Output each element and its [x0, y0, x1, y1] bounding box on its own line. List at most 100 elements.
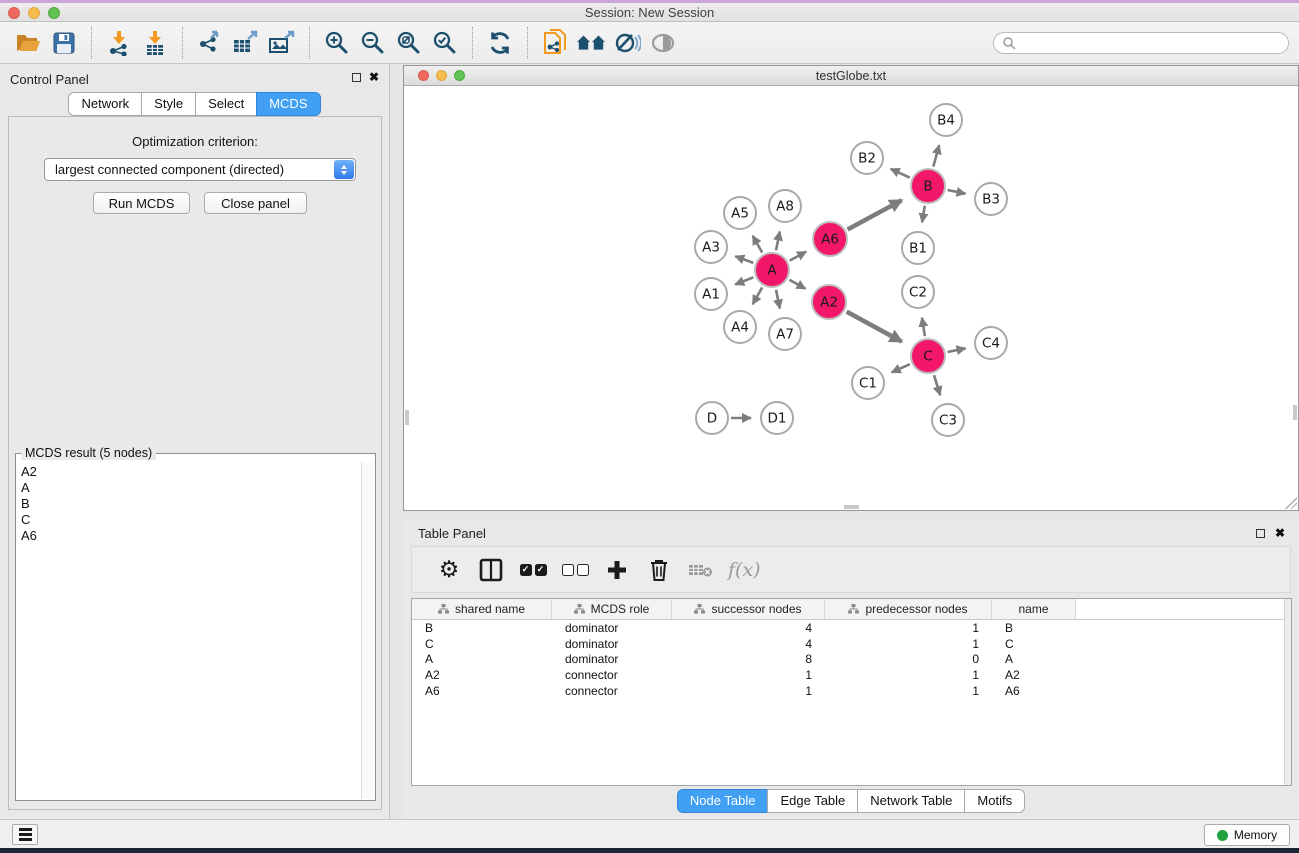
- cell-predecessor-nodes[interactable]: 1: [825, 620, 992, 636]
- graph-node-B2[interactable]: B2: [851, 142, 883, 174]
- cell-mcds-role[interactable]: connector: [552, 667, 672, 683]
- graph-node-C[interactable]: C: [911, 339, 945, 373]
- tab-edge-table[interactable]: Edge Table: [767, 789, 858, 813]
- net-vscroll-thumb-right[interactable]: [1293, 405, 1297, 420]
- select-all-icon[interactable]: ✓✓: [518, 555, 548, 585]
- graph-edge-C-C2[interactable]: [922, 318, 925, 337]
- result-list-scrollbar[interactable]: [361, 462, 374, 799]
- window-resize-grip[interactable]: [1285, 497, 1297, 509]
- graph-edge-B-B2[interactable]: [891, 169, 910, 178]
- tab-network-table[interactable]: Network Table: [857, 789, 965, 813]
- graph-edge-B-B3[interactable]: [948, 190, 966, 194]
- table-close-panel-icon[interactable]: ✖: [1275, 526, 1285, 540]
- cell-successor-nodes[interactable]: 4: [672, 620, 825, 636]
- cell-mcds-role[interactable]: connector: [552, 683, 672, 699]
- cell-successor-nodes[interactable]: 1: [672, 683, 825, 699]
- graph-edge-C-C3[interactable]: [934, 375, 940, 395]
- add-column-icon[interactable]: [602, 555, 632, 585]
- graph-node-B[interactable]: B: [911, 169, 945, 203]
- criterion-dropdown[interactable]: largest connected component (directed): [44, 158, 356, 181]
- graph-node-B4[interactable]: B4: [930, 104, 962, 136]
- column-header-name[interactable]: name: [992, 599, 1076, 619]
- graph-edge-A-A1[interactable]: [735, 277, 753, 284]
- tab-node-table[interactable]: Node Table: [677, 789, 769, 813]
- graph-node-C3[interactable]: C3: [932, 404, 964, 436]
- network-canvas[interactable]: B4B2BB3A5A8A6A3AB1A1A2C2A4A7C4CC1DD1C3: [404, 86, 1298, 510]
- cell-successor-nodes[interactable]: 4: [672, 636, 825, 652]
- tab-motifs[interactable]: Motifs: [964, 789, 1025, 813]
- cell-name[interactable]: C: [992, 636, 1076, 652]
- graph-node-B3[interactable]: B3: [975, 183, 1007, 215]
- first-neighbors-icon[interactable]: [576, 28, 606, 58]
- zoom-fit-icon[interactable]: [394, 28, 424, 58]
- cell-name[interactable]: A2: [992, 667, 1076, 683]
- graph-node-A6[interactable]: A6: [813, 222, 847, 256]
- graph-edge-A-A2[interactable]: [789, 280, 805, 289]
- apply-layout-refresh-icon[interactable]: [485, 28, 515, 58]
- hide-selected-icon[interactable]: [612, 28, 642, 58]
- table-float-panel-icon[interactable]: [1256, 529, 1265, 538]
- graph-node-A2[interactable]: A2: [812, 285, 846, 319]
- cell-name[interactable]: A: [992, 652, 1076, 668]
- graph-node-D1[interactable]: D1: [761, 402, 793, 434]
- show-graphics-details-icon[interactable]: [648, 28, 678, 58]
- table-vscrollbar[interactable]: [1284, 599, 1291, 785]
- zoom-out-icon[interactable]: [358, 28, 388, 58]
- memory-button[interactable]: Memory: [1204, 824, 1290, 846]
- network-window-titlebar[interactable]: testGlobe.txt: [404, 66, 1298, 86]
- graph-edge-C-C4[interactable]: [948, 348, 966, 352]
- zoom-in-icon[interactable]: [322, 28, 352, 58]
- cell-predecessor-nodes[interactable]: 0: [825, 652, 992, 668]
- search-box[interactable]: [993, 32, 1289, 54]
- graph-edge-A-A4[interactable]: [753, 287, 763, 304]
- graph-edge-A-A8[interactable]: [776, 232, 780, 251]
- export-table-icon[interactable]: [231, 28, 261, 58]
- cell-name[interactable]: B: [992, 620, 1076, 636]
- table-row[interactable]: A dominator 8 0 A: [412, 652, 1291, 668]
- table-row[interactable]: B dominator 4 1 B: [412, 620, 1291, 636]
- new-network-from-selection-icon[interactable]: [540, 28, 570, 58]
- graph-edge-A2-C[interactable]: [847, 312, 902, 342]
- tab-mcds[interactable]: MCDS: [256, 92, 320, 116]
- cell-shared-name[interactable]: A2: [412, 667, 552, 683]
- cell-predecessor-nodes[interactable]: 1: [825, 667, 992, 683]
- net-vscroll-thumb-left[interactable]: [405, 410, 409, 425]
- zoom-selected-icon[interactable]: [430, 28, 460, 58]
- cell-successor-nodes[interactable]: 8: [672, 652, 825, 668]
- cell-mcds-role[interactable]: dominator: [552, 636, 672, 652]
- float-panel-icon[interactable]: [352, 73, 361, 82]
- table-row[interactable]: A2 connector 1 1 A2: [412, 667, 1291, 683]
- import-table-icon[interactable]: [140, 28, 170, 58]
- search-input[interactable]: [1016, 36, 1280, 50]
- task-history-button[interactable]: [12, 824, 38, 845]
- graph-edge-B-B4[interactable]: [933, 145, 939, 167]
- column-header-successor-nodes[interactable]: successor nodes: [672, 599, 825, 619]
- table-mode-gear-icon[interactable]: ⚙: [434, 555, 464, 585]
- cell-shared-name[interactable]: A6: [412, 683, 552, 699]
- cell-shared-name[interactable]: C: [412, 636, 552, 652]
- close-panel-button[interactable]: Close panel: [204, 192, 307, 214]
- save-session-icon[interactable]: [49, 28, 79, 58]
- graph-node-A4[interactable]: A4: [724, 311, 756, 343]
- cell-shared-name[interactable]: A: [412, 652, 552, 668]
- graph-node-C1[interactable]: C1: [852, 367, 884, 399]
- graph-edge-A-A6[interactable]: [790, 252, 807, 261]
- table-row[interactable]: A6 connector 1 1 A6: [412, 683, 1291, 699]
- export-network-icon[interactable]: [195, 28, 225, 58]
- column-header-mcds-role[interactable]: MCDS role: [552, 599, 672, 619]
- export-image-icon[interactable]: [267, 28, 297, 58]
- graph-node-A1[interactable]: A1: [695, 278, 727, 310]
- graph-edge-A-A5[interactable]: [753, 236, 763, 253]
- net-hscroll-thumb[interactable]: [844, 505, 859, 509]
- graph-node-A7[interactable]: A7: [769, 318, 801, 350]
- graph-edge-A-A7[interactable]: [776, 290, 780, 309]
- import-network-icon[interactable]: [104, 28, 134, 58]
- show-columns-icon[interactable]: [476, 555, 506, 585]
- graph-node-A8[interactable]: A8: [769, 190, 801, 222]
- unselect-all-icon[interactable]: ✓✓: [560, 555, 590, 585]
- graph-node-B1[interactable]: B1: [902, 232, 934, 264]
- graph-edge-C-C1[interactable]: [892, 364, 910, 372]
- cell-predecessor-nodes[interactable]: 1: [825, 636, 992, 652]
- graph-node-A[interactable]: A: [755, 253, 789, 287]
- graph-node-A5[interactable]: A5: [724, 197, 756, 229]
